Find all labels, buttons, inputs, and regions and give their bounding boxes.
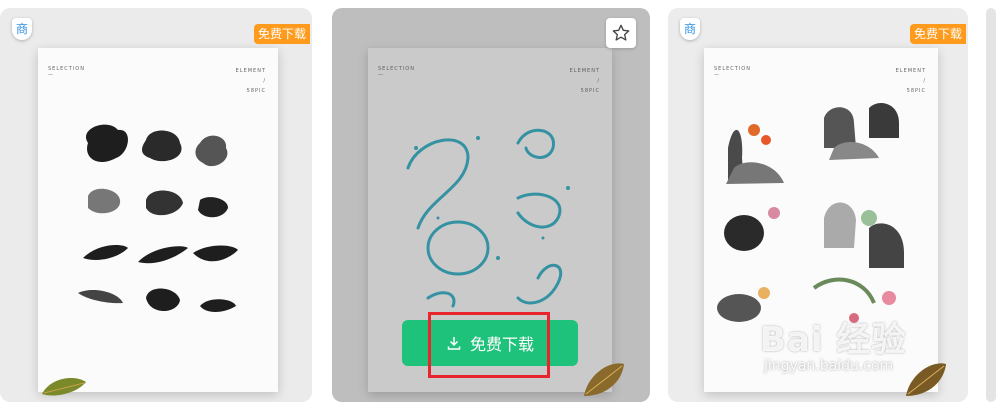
baidu-jingyan-watermark: Bai 经验 jingyan.baidu.com xyxy=(760,312,960,392)
free-download-tag: 免费下载 xyxy=(253,24,310,44)
leaf-decoration xyxy=(584,363,624,396)
leaf-decoration xyxy=(42,378,86,396)
template-card-water-splash[interactable]: SELECTION — ELEMENT/58PIC 免费下载 xyxy=(332,8,650,402)
red-highlight-box xyxy=(428,312,550,378)
poster-preview: SELECTION — ELEMENT/58PIC xyxy=(38,48,278,392)
commercial-badge-icon: 商 xyxy=(12,18,32,40)
commercial-badge-icon: 商 xyxy=(680,18,700,40)
template-card-partial[interactable] xyxy=(986,8,996,402)
watermark-url: jingyan.baidu.com xyxy=(764,358,894,374)
free-download-tag: 免费下载 xyxy=(909,24,966,44)
watermark-logo: Bai 经验 xyxy=(760,320,907,360)
favorite-button[interactable] xyxy=(606,18,636,48)
ink-strokes-artwork xyxy=(78,124,238,312)
star-icon xyxy=(612,24,630,41)
template-card-ink-strokes[interactable]: SELECTION — ELEMENT/58PIC 商 免费下载 xyxy=(0,8,312,402)
chinese-ink-artwork xyxy=(717,103,904,323)
